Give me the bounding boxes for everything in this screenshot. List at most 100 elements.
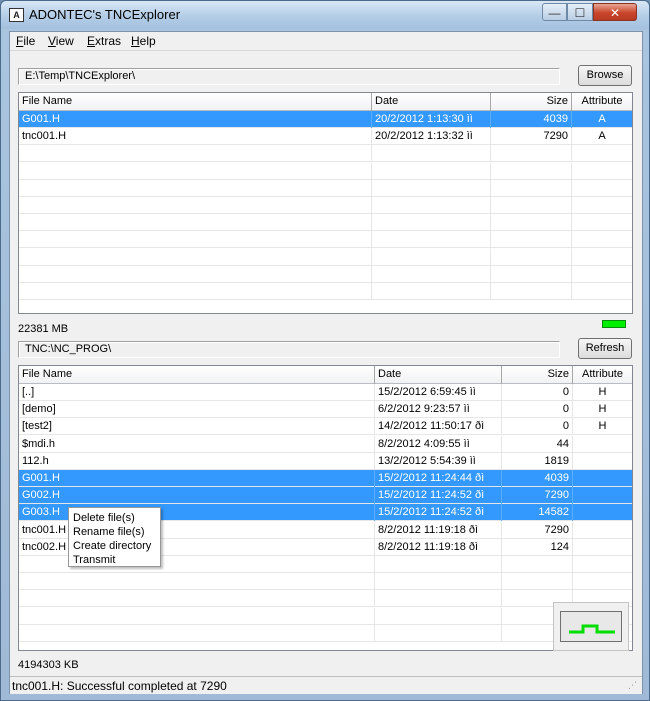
cell-size-col: 7290 bbox=[491, 128, 572, 146]
cell-date-col: 15/2/2012 11:24:52 ðì bbox=[375, 487, 502, 505]
cell-name-col: [..] bbox=[19, 384, 375, 401]
empty-row bbox=[19, 179, 632, 197]
cell-size-col: 0 bbox=[502, 418, 573, 436]
cell-date-col bbox=[375, 573, 502, 591]
cell-size-col bbox=[491, 248, 572, 266]
signal-panel bbox=[553, 602, 629, 651]
cell-date-col bbox=[375, 590, 502, 608]
cell-name-col: G002.H bbox=[19, 487, 375, 505]
local-header-attribute-col[interactable]: Attribute bbox=[572, 93, 632, 111]
cell-name-col: G001.H bbox=[19, 470, 375, 487]
local-file-list[interactable]: File Name Date Size Attribute G001.H 20/2/20… bbox=[18, 92, 633, 314]
cell-size-col: 44 bbox=[502, 435, 573, 453]
cell-date-col bbox=[372, 283, 491, 300]
cell-attribute-col bbox=[573, 556, 632, 573]
tnc-path-field[interactable]: TNC:\NC_PROG\ bbox=[18, 341, 560, 358]
browse-button[interactable]: Browse bbox=[578, 65, 632, 86]
local-path-field[interactable]: E:\Temp\TNCExplorer\ bbox=[18, 68, 560, 85]
cell-attribute-col: H bbox=[573, 418, 632, 435]
context-menu-item-rename-file-s[interactable]: Rename file(s) bbox=[73, 525, 145, 539]
empty-row bbox=[19, 573, 632, 591]
cell-date-col bbox=[372, 179, 491, 197]
cell-size-col bbox=[491, 283, 572, 300]
cell-date-col bbox=[375, 607, 502, 625]
cell-attribute-col: H bbox=[573, 384, 632, 401]
menu-view[interactable]: View bbox=[48, 34, 74, 48]
cell-name-col bbox=[19, 590, 375, 608]
cell-name-col bbox=[19, 607, 375, 625]
local-header-name-col[interactable]: File Name bbox=[19, 93, 372, 111]
empty-row bbox=[19, 197, 632, 214]
table-row[interactable]: G002.H 15/2/2012 11:24:52 ðì 7290 bbox=[19, 487, 632, 505]
local-header-date-col[interactable]: Date bbox=[372, 93, 491, 111]
maximize-icon: ☐ bbox=[574, 6, 586, 20]
cell-name-col: [test2] bbox=[19, 418, 375, 436]
cell-size-col bbox=[491, 265, 572, 283]
empty-row bbox=[19, 145, 632, 163]
cell-date-col: 6/2/2012 9:23:57 ìì bbox=[375, 401, 502, 419]
context-menu-item-transmit[interactable]: Transmit bbox=[73, 553, 115, 567]
cell-size-col: 0 bbox=[502, 401, 573, 419]
resize-grip-icon[interactable]: ⋰ bbox=[628, 680, 640, 692]
empty-row bbox=[19, 590, 632, 608]
client-area: File View Extras Help E:\Temp\TNCExplore… bbox=[9, 31, 643, 694]
table-row[interactable]: G001.H 15/2/2012 11:24:44 ðì 4039 bbox=[19, 470, 632, 487]
app-window: A ADONTEC's TNCExplorer — ☐ ✕ File View … bbox=[0, 0, 650, 701]
menu-file[interactable]: File bbox=[16, 34, 35, 48]
tnc-header-size-col[interactable]: Size bbox=[502, 366, 573, 384]
local-header-size-col[interactable]: Size bbox=[491, 93, 572, 111]
context-menu-item-create-directory[interactable]: Create directory bbox=[73, 539, 151, 553]
table-row[interactable]: $mdi.h 8/2/2012 4:09:55 ìì 44 bbox=[19, 435, 632, 453]
cell-name-col bbox=[19, 162, 372, 180]
table-row[interactable]: [demo] 6/2/2012 9:23:57 ìì 0 H bbox=[19, 401, 632, 419]
cell-name-col bbox=[19, 179, 372, 197]
minimize-button[interactable]: — bbox=[542, 3, 567, 21]
cell-attribute-col bbox=[572, 145, 632, 162]
cell-attribute-col bbox=[573, 487, 632, 504]
cell-date-col: 8/2/2012 4:09:55 ìì bbox=[375, 435, 502, 453]
cell-size-col: 7290 bbox=[502, 487, 573, 505]
cell-date-col bbox=[372, 214, 491, 232]
cell-name-col bbox=[19, 231, 372, 249]
local-list-header: File Name Date Size Attribute bbox=[19, 93, 632, 111]
cell-name-col bbox=[19, 214, 372, 232]
cell-name-col: 112.h bbox=[19, 452, 375, 470]
table-row[interactable]: 112.h 13/2/2012 5:54:39 ìì 1819 bbox=[19, 452, 632, 470]
empty-row bbox=[19, 162, 632, 180]
cell-size-col bbox=[502, 573, 573, 591]
cell-attribute-col bbox=[572, 214, 632, 231]
close-button[interactable]: ✕ bbox=[593, 3, 637, 21]
cell-name-col bbox=[19, 283, 372, 300]
cell-name-col: $mdi.h bbox=[19, 435, 375, 453]
table-row[interactable]: tnc001.H 20/2/2012 1:13:32 ìì 7290 A bbox=[19, 128, 632, 146]
table-row[interactable]: [..] 15/2/2012 6:59:45 ìì 0 H bbox=[19, 384, 632, 401]
cell-name-col bbox=[19, 265, 372, 283]
status-text: tnc001.H: Successful completed at 7290 bbox=[12, 679, 227, 693]
title-bar[interactable]: A ADONTEC's TNCExplorer — ☐ ✕ bbox=[1, 1, 649, 29]
table-row[interactable]: G001.H 20/2/2012 1:13:30 ìì 4039 A bbox=[19, 111, 632, 128]
cell-size-col: 4039 bbox=[491, 111, 572, 128]
table-row[interactable]: [test2] 14/2/2012 11:50:17 ðì 0 H bbox=[19, 418, 632, 436]
app-icon[interactable]: A bbox=[9, 8, 24, 22]
transmit-signal-button[interactable] bbox=[560, 611, 622, 642]
cell-size-col bbox=[491, 231, 572, 249]
tnc-header-date-col[interactable]: Date bbox=[375, 366, 502, 384]
tnc-header-attribute-col[interactable]: Attribute bbox=[573, 366, 632, 384]
menu-help[interactable]: Help bbox=[131, 34, 156, 48]
refresh-button[interactable]: Refresh bbox=[578, 338, 632, 359]
cell-size-col bbox=[491, 179, 572, 197]
cell-attribute-col: A bbox=[572, 111, 632, 128]
context-menu-item-delete-file-s[interactable]: Delete file(s) bbox=[73, 511, 135, 525]
cell-size-col bbox=[502, 556, 573, 573]
menu-extras[interactable]: Extras bbox=[87, 34, 121, 48]
tnc-header-name-col[interactable]: File Name bbox=[19, 366, 375, 384]
cell-attribute-col bbox=[573, 436, 632, 453]
cell-name-col bbox=[19, 573, 375, 591]
tnc-free-space: 4194303 KB bbox=[18, 659, 79, 671]
empty-row bbox=[19, 607, 632, 625]
maximize-button[interactable]: ☐ bbox=[567, 3, 593, 21]
local-free-space: 22381 MB bbox=[18, 323, 69, 335]
close-icon: ✕ bbox=[609, 6, 621, 20]
cell-attribute-col bbox=[573, 470, 632, 487]
cell-name-col: tnc001.H bbox=[19, 128, 372, 146]
